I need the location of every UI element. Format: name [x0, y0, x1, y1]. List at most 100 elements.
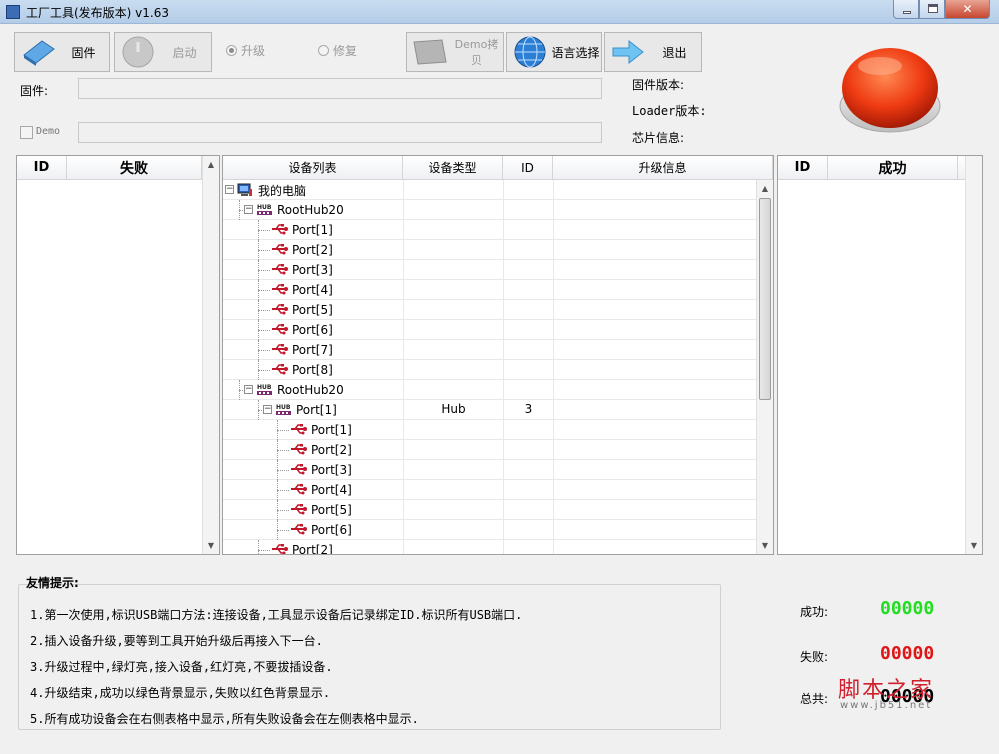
device-table-scrollbar[interactable]: ▲ ▼	[756, 180, 773, 554]
device-row[interactable]: Port[2]	[223, 540, 758, 554]
device-row[interactable]: Port[3]	[223, 460, 758, 480]
device-info-cell	[553, 540, 758, 554]
close-button[interactable]: ✕	[945, 0, 990, 19]
success-table: ID 成功 ▼	[777, 155, 983, 555]
device-name: RootHub20	[277, 383, 344, 397]
device-row[interactable]: Port[2]	[223, 440, 758, 460]
device-row[interactable]: Port[4]	[223, 480, 758, 500]
device-type-cell	[403, 340, 503, 360]
device-row[interactable]: Port[8]	[223, 360, 758, 380]
demo-copy-button[interactable]: Demo拷贝	[406, 32, 504, 72]
device-name-cell: Port[4]	[223, 280, 403, 300]
device-row[interactable]: Port[6]	[223, 320, 758, 340]
device-id-cell	[503, 360, 553, 380]
exit-button[interactable]: 退出	[604, 32, 702, 72]
scroll-down-arrow-icon[interactable]: ▼	[203, 537, 219, 554]
device-row[interactable]: Port[1]	[223, 220, 758, 240]
scroll-up-arrow-icon[interactable]: ▲	[203, 156, 219, 173]
watermark-url: www.jb51.net	[840, 700, 933, 711]
fail-table-scrollbar[interactable]: ▲ ▼	[202, 156, 219, 554]
device-row[interactable]: − HUB RootHub20	[223, 380, 758, 400]
device-name: Port[6]	[311, 523, 352, 537]
scroll-down-arrow-icon[interactable]: ▼	[966, 537, 982, 554]
collapse-toggle-icon[interactable]: −	[225, 185, 234, 194]
hub-icon: HUB	[256, 203, 274, 217]
collapse-toggle-icon[interactable]: −	[244, 385, 253, 394]
device-row[interactable]: Port[5]	[223, 300, 758, 320]
device-row[interactable]: Port[4]	[223, 280, 758, 300]
globe-icon	[510, 34, 550, 70]
language-button[interactable]: 语言选择	[506, 32, 602, 72]
usb-icon	[271, 303, 289, 317]
arrow-right-icon	[608, 34, 648, 70]
device-name-cell: Port[1]	[223, 220, 403, 240]
device-name: Port[7]	[292, 343, 333, 357]
hint-item: 3.升级过程中,绿灯亮,接入设备,红灯亮,不要拔插设备.	[30, 660, 333, 674]
device-col-type[interactable]: 设备类型	[403, 156, 503, 179]
device-type-cell	[403, 480, 503, 500]
minimize-button[interactable]	[893, 0, 919, 19]
device-name: Port[6]	[292, 323, 333, 337]
device-row[interactable]: Port[6]	[223, 520, 758, 540]
device-row[interactable]: Port[1]	[223, 420, 758, 440]
device-name: RootHub20	[277, 203, 344, 217]
collapse-toggle-icon[interactable]: −	[244, 205, 253, 214]
success-count-value: 00000	[880, 598, 935, 619]
demo-path-field[interactable]	[78, 122, 602, 143]
device-name-cell: Port[7]	[223, 340, 403, 360]
scroll-up-arrow-icon[interactable]: ▲	[757, 180, 773, 197]
demo-checkbox[interactable]	[20, 126, 33, 139]
status-light-button[interactable]	[836, 42, 944, 136]
device-info-cell	[553, 480, 758, 500]
device-type-cell	[403, 500, 503, 520]
device-row[interactable]: Port[3]	[223, 260, 758, 280]
device-table: 设备列表 设备类型 ID 升级信息 − 我的电脑 − HUB RootHub20 Port…	[222, 155, 774, 555]
maximize-button[interactable]	[919, 0, 945, 19]
device-name: Port[4]	[311, 483, 352, 497]
success-col-status[interactable]: 成功	[828, 156, 958, 179]
success-table-scrollbar[interactable]: ▼	[965, 156, 982, 554]
demo-checkbox-label: Demo	[36, 126, 61, 137]
scroll-down-arrow-icon[interactable]: ▼	[757, 537, 773, 554]
collapse-toggle-icon[interactable]: −	[263, 405, 272, 414]
fail-count-label: 失败:	[800, 650, 829, 664]
success-col-id[interactable]: ID	[778, 156, 828, 179]
device-col-info[interactable]: 升级信息	[553, 156, 773, 179]
device-row[interactable]: Port[7]	[223, 340, 758, 360]
scroll-thumb[interactable]	[759, 198, 771, 400]
device-name: Port[1]	[311, 423, 352, 437]
device-info-cell	[553, 380, 758, 400]
device-row[interactable]: Port[5]	[223, 500, 758, 520]
firmware-version-label: 固件版本:	[632, 78, 685, 92]
firmware-path-field[interactable]	[78, 78, 602, 99]
start-button[interactable]: 启动	[114, 32, 212, 72]
fail-col-id[interactable]: ID	[17, 156, 67, 179]
usb-icon	[271, 323, 289, 337]
device-row[interactable]: − HUB RootHub20	[223, 200, 758, 220]
device-name-cell: Port[5]	[223, 500, 403, 520]
device-id-cell	[503, 280, 553, 300]
repair-radio[interactable]: 修复	[318, 40, 357, 60]
fail-col-status[interactable]: 失败	[67, 156, 202, 179]
device-name: Port[1]	[296, 403, 337, 417]
firmware-button[interactable]: 固件	[14, 32, 110, 72]
device-row[interactable]: Port[2]	[223, 240, 758, 260]
device-col-id[interactable]: ID	[503, 156, 553, 179]
device-id-cell	[503, 260, 553, 280]
svg-text:HUB: HUB	[257, 384, 272, 391]
device-name-cell: Port[6]	[223, 320, 403, 340]
device-row[interactable]: − 我的电脑	[223, 180, 758, 200]
svg-text:HUB: HUB	[276, 404, 291, 411]
device-id-cell	[503, 220, 553, 240]
device-type-cell	[403, 440, 503, 460]
device-info-cell	[553, 340, 758, 360]
device-info-cell	[553, 220, 758, 240]
upgrade-radio[interactable]: 升级	[226, 40, 265, 60]
device-row[interactable]: − HUB Port[1] Hub 3	[223, 400, 758, 420]
device-info-cell	[553, 240, 758, 260]
device-col-list[interactable]: 设备列表	[223, 156, 403, 179]
hub-icon: HUB	[275, 403, 293, 417]
usb-icon	[271, 283, 289, 297]
usb-icon	[290, 423, 308, 437]
hint-item: 5.所有成功设备会在右侧表格中显示,所有失败设备会在左侧表格中显示.	[30, 712, 419, 726]
